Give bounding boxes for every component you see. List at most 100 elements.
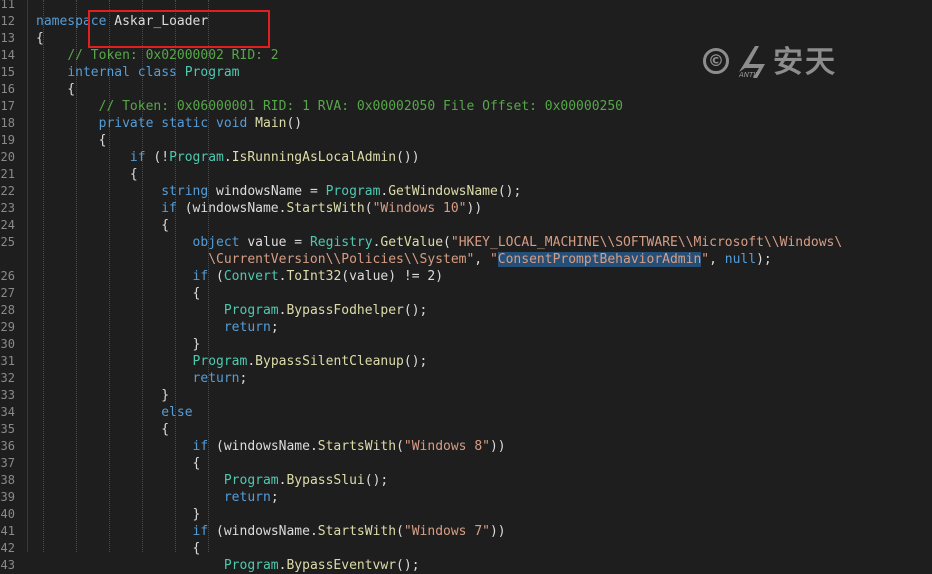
line-number: 27 (0, 286, 15, 300)
line-number: 26 (0, 269, 15, 283)
code-token: // Token: 0x02000002 RID: 2 (67, 48, 279, 63)
line-number: 25 (0, 235, 15, 249)
line-number: 14 (0, 48, 15, 62)
line-number: 38 (0, 473, 15, 487)
code-token: { (36, 31, 44, 46)
code-text: else (36, 404, 192, 421)
code-token: BypassSlui (286, 473, 365, 488)
code-line[interactable]: 27 { (0, 285, 932, 302)
code-line[interactable]: 25 object value = Registry.GetValue("HKE… (0, 234, 932, 251)
code-token: StartsWith (317, 439, 397, 454)
code-line[interactable]: 26 if (Convert.ToInt32(value) != 2) (0, 268, 932, 285)
code-token: if (192, 269, 209, 284)
line-number: 34 (0, 405, 15, 419)
code-token: return (192, 371, 240, 386)
code-line[interactable]: 39 return; (0, 489, 932, 506)
code-token: { (36, 218, 170, 233)
code-token: . (247, 354, 256, 369)
code-line[interactable]: 20 if (!Program.IsRunningAsLocalAdmin()) (0, 149, 932, 166)
code-token: } (36, 388, 170, 403)
code-line[interactable]: 33 } (0, 387, 932, 404)
copyright-icon: © (703, 48, 729, 74)
watermark-sub-label: ANTIY (739, 71, 760, 79)
code-token: ; (270, 490, 279, 505)
code-text: if (Convert.ToInt32(value) != 2) (36, 268, 443, 285)
code-text: { (36, 166, 138, 183)
code-line[interactable]: 30 } (0, 336, 932, 353)
code-line[interactable]: 19 { (0, 132, 932, 149)
code-line[interactable]: 32 return; (0, 370, 932, 387)
code-token: , (709, 252, 725, 267)
watermark-brand-text: 安天 (773, 45, 837, 80)
code-line[interactable]: 38 Program.BypassSlui(); (0, 472, 932, 489)
code-token: BypassFodhelper (286, 303, 404, 318)
code-line[interactable]: 36 if (windowsName.StartsWith("Windows 8… (0, 438, 932, 455)
code-text: Program.BypassFodhelper(); (36, 302, 428, 319)
code-token: (value) != 2) (341, 269, 444, 284)
code-text: if (!Program.IsRunningAsLocalAdmin()) (36, 149, 420, 166)
code-text: Program.BypassEventvwr(); (36, 557, 420, 574)
line-number: 30 (0, 337, 15, 351)
code-line[interactable]: \CurrentVersion\\Policies\\System", "Con… (0, 251, 932, 268)
code-token: )) (489, 439, 506, 454)
code-line[interactable]: 31 Program.BypassSilentCleanup(); (0, 353, 932, 370)
code-line[interactable]: 41 if (windowsName.StartsWith("Windows 7… (0, 523, 932, 540)
code-token: (windowsName. (176, 201, 287, 216)
line-number: 31 (0, 354, 15, 368)
code-line[interactable]: 17 // Token: 0x06000001 RID: 1 RVA: 0x00… (0, 98, 932, 115)
code-token: BypassSilentCleanup (255, 354, 404, 369)
code-line[interactable]: 37 { (0, 455, 932, 472)
code-token: "Windows 7" (403, 524, 490, 539)
line-number: 20 (0, 150, 15, 164)
code-line[interactable]: 21 { (0, 166, 932, 183)
code-line[interactable]: 40 } (0, 506, 932, 523)
code-token: " (489, 252, 498, 267)
code-token: Program (223, 303, 279, 318)
line-number: 18 (0, 116, 15, 130)
code-line[interactable]: 34 else (0, 404, 932, 421)
line-number: 15 (0, 65, 15, 79)
code-token: Convert (223, 269, 279, 284)
code-token: if (192, 439, 209, 454)
code-token: "HKEY_LOCAL_MACHINE\\SOFTWARE\\Microsoft… (450, 235, 843, 250)
code-token: { (36, 82, 76, 97)
code-line[interactable]: 24 { (0, 217, 932, 234)
line-number: 12 (0, 14, 15, 28)
code-line[interactable]: 29 return; (0, 319, 932, 336)
line-number: 42 (0, 541, 15, 555)
code-text: } (36, 336, 201, 353)
code-token: return (223, 490, 271, 505)
code-line[interactable]: 35 { (0, 421, 932, 438)
code-token: BypassEventvwr (286, 558, 397, 573)
code-text: // Token: 0x06000001 RID: 1 RVA: 0x00002… (36, 98, 623, 115)
antiy-watermark: © ANTIY 安天 (703, 42, 843, 86)
code-line[interactable]: 42 { (0, 540, 932, 557)
code-line[interactable]: 23 if (windowsName.StartsWith("Windows 1… (0, 200, 932, 217)
code-text: internal class Program (36, 64, 239, 81)
code-text: { (36, 30, 44, 47)
code-token: ( (396, 439, 404, 454)
line-number: 39 (0, 490, 15, 504)
code-token: { (36, 286, 201, 301)
code-text: return; (36, 489, 279, 506)
code-line[interactable]: 43 Program.BypassEventvwr(); (0, 557, 932, 574)
line-number: 22 (0, 184, 15, 198)
code-token: Program (169, 150, 224, 165)
code-text: { (36, 81, 75, 98)
line-number: 43 (0, 558, 15, 572)
code-token: IsRunningAsLocalAdmin (231, 150, 397, 165)
code-line[interactable]: 18 private static void Main() (0, 115, 932, 132)
line-number: 37 (0, 456, 15, 470)
code-token: () (286, 116, 303, 131)
code-line[interactable]: 22 string windowsName = Program.GetWindo… (0, 183, 932, 200)
code-line[interactable]: 28 Program.BypassFodhelper(); (0, 302, 932, 319)
code-token: . (223, 150, 232, 165)
